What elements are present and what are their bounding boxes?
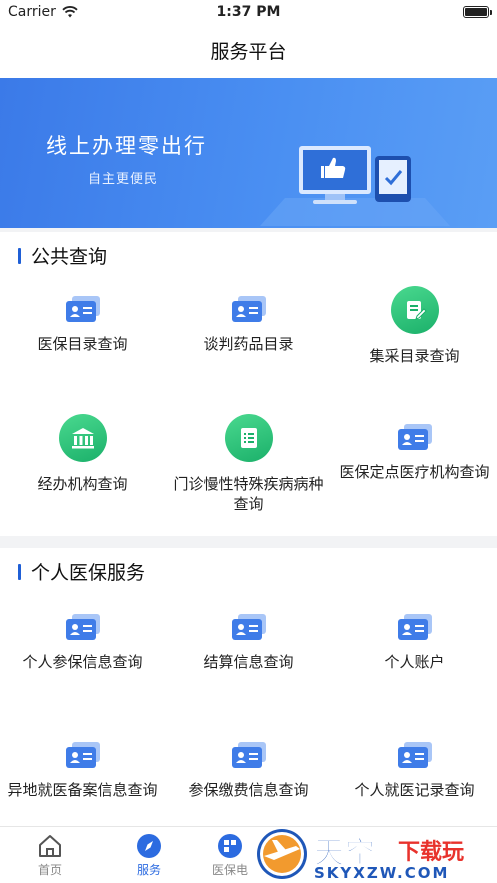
list-icon (224, 414, 273, 462)
tile-label: 参保缴费信息查询 (188, 781, 309, 799)
id-card-icon (397, 742, 432, 768)
id-card-icon (65, 614, 100, 640)
id-card-icon (65, 296, 100, 322)
tile-offsite-filing[interactable]: 异地就医备案信息查询 (0, 740, 165, 800)
watermark: 天空 下载玩 SKYXZW.COM (252, 826, 497, 883)
qr-icon (218, 834, 242, 858)
tile-label: 经办机构查询 (37, 475, 128, 493)
tile-personal-insurance-info[interactable]: 个人参保信息查询 (0, 612, 165, 672)
tile-label: 个人参保信息查询 (22, 653, 143, 671)
id-card-icon (397, 424, 432, 450)
tab-label: 医保电 (211, 863, 248, 877)
tile-medical-catalog[interactable]: 医保目录查询 (0, 294, 165, 354)
id-card-icon (231, 296, 266, 322)
banner-subtitle: 自主更便民 (88, 172, 159, 187)
tile-label: 异地就医备案信息查询 (7, 781, 158, 799)
banner[interactable]: 线上办理零出行 自主更便民 (0, 78, 497, 228)
section-title: 公共查询 (31, 246, 108, 268)
public-query-section: 公共查询 医保目录查询 谈判药品目录 集采目录查询 经办机构查询 门诊慢性特殊疾… (0, 232, 497, 536)
tile-settlement-info[interactable]: 结算信息查询 (166, 612, 331, 672)
tab-label: 服务 (136, 863, 161, 877)
tile-label: 个人就医记录查询 (354, 781, 475, 799)
tab-home[interactable]: 首页 (0, 833, 100, 878)
tile-personal-account[interactable]: 个人账户 (332, 612, 497, 672)
tile-chronic-disease[interactable]: 门诊慢性特殊疾病病种查询 (166, 414, 331, 514)
status-time: 1:37 PM (216, 4, 281, 20)
tile-label: 个人账户 (384, 653, 445, 671)
section-marker (18, 247, 21, 264)
document-icon (390, 286, 439, 334)
banner-title: 线上办理零出行 (46, 134, 207, 158)
status-bar: Carrier 1:37 PM (0, 0, 497, 26)
section-title: 个人医保服务 (31, 562, 146, 584)
battery-icon (463, 6, 492, 18)
tile-procurement-catalog[interactable]: 集采目录查询 (332, 286, 497, 366)
tile-label: 结算信息查询 (203, 653, 294, 671)
watermark-brand-sub: 下载玩 (398, 840, 465, 865)
globe-plane-logo-icon (257, 829, 307, 879)
tile-label: 谈判药品目录 (203, 335, 294, 353)
tab-label: 首页 (37, 863, 62, 877)
id-card-icon (231, 614, 266, 640)
watermark-site: SKYXZW.COM (314, 864, 450, 882)
section-header: 公共查询 (18, 242, 107, 269)
tile-label: 门诊慢性特殊疾病病种查询 (173, 475, 324, 513)
tile-label: 医保定点医疗机构查询 (339, 463, 490, 481)
section-header: 个人医保服务 (18, 558, 145, 585)
tile-medical-records[interactable]: 个人就医记录查询 (332, 740, 497, 800)
tile-payment-info[interactable]: 参保缴费信息查询 (166, 740, 331, 800)
id-card-icon (231, 742, 266, 768)
section-marker (18, 563, 21, 580)
institution-icon (58, 414, 107, 462)
tile-label: 集采目录查询 (369, 347, 460, 365)
id-card-icon (65, 742, 100, 768)
compass-icon (137, 834, 161, 858)
page-title: 服务平台 (0, 26, 497, 78)
tile-negotiated-drugs[interactable]: 谈判药品目录 (166, 294, 331, 354)
id-card-icon (397, 614, 432, 640)
home-icon (39, 835, 61, 857)
tile-agency-query[interactable]: 经办机构查询 (0, 414, 165, 494)
tile-label: 医保目录查询 (37, 335, 128, 353)
tile-designated-institutions[interactable]: 医保定点医疗机构查询 (332, 422, 497, 482)
computer-thumbs-up-illustration (260, 146, 450, 226)
personal-service-section: 个人医保服务 个人参保信息查询 结算信息查询 个人账户 异地就医备案信息查询 参… (0, 548, 497, 830)
